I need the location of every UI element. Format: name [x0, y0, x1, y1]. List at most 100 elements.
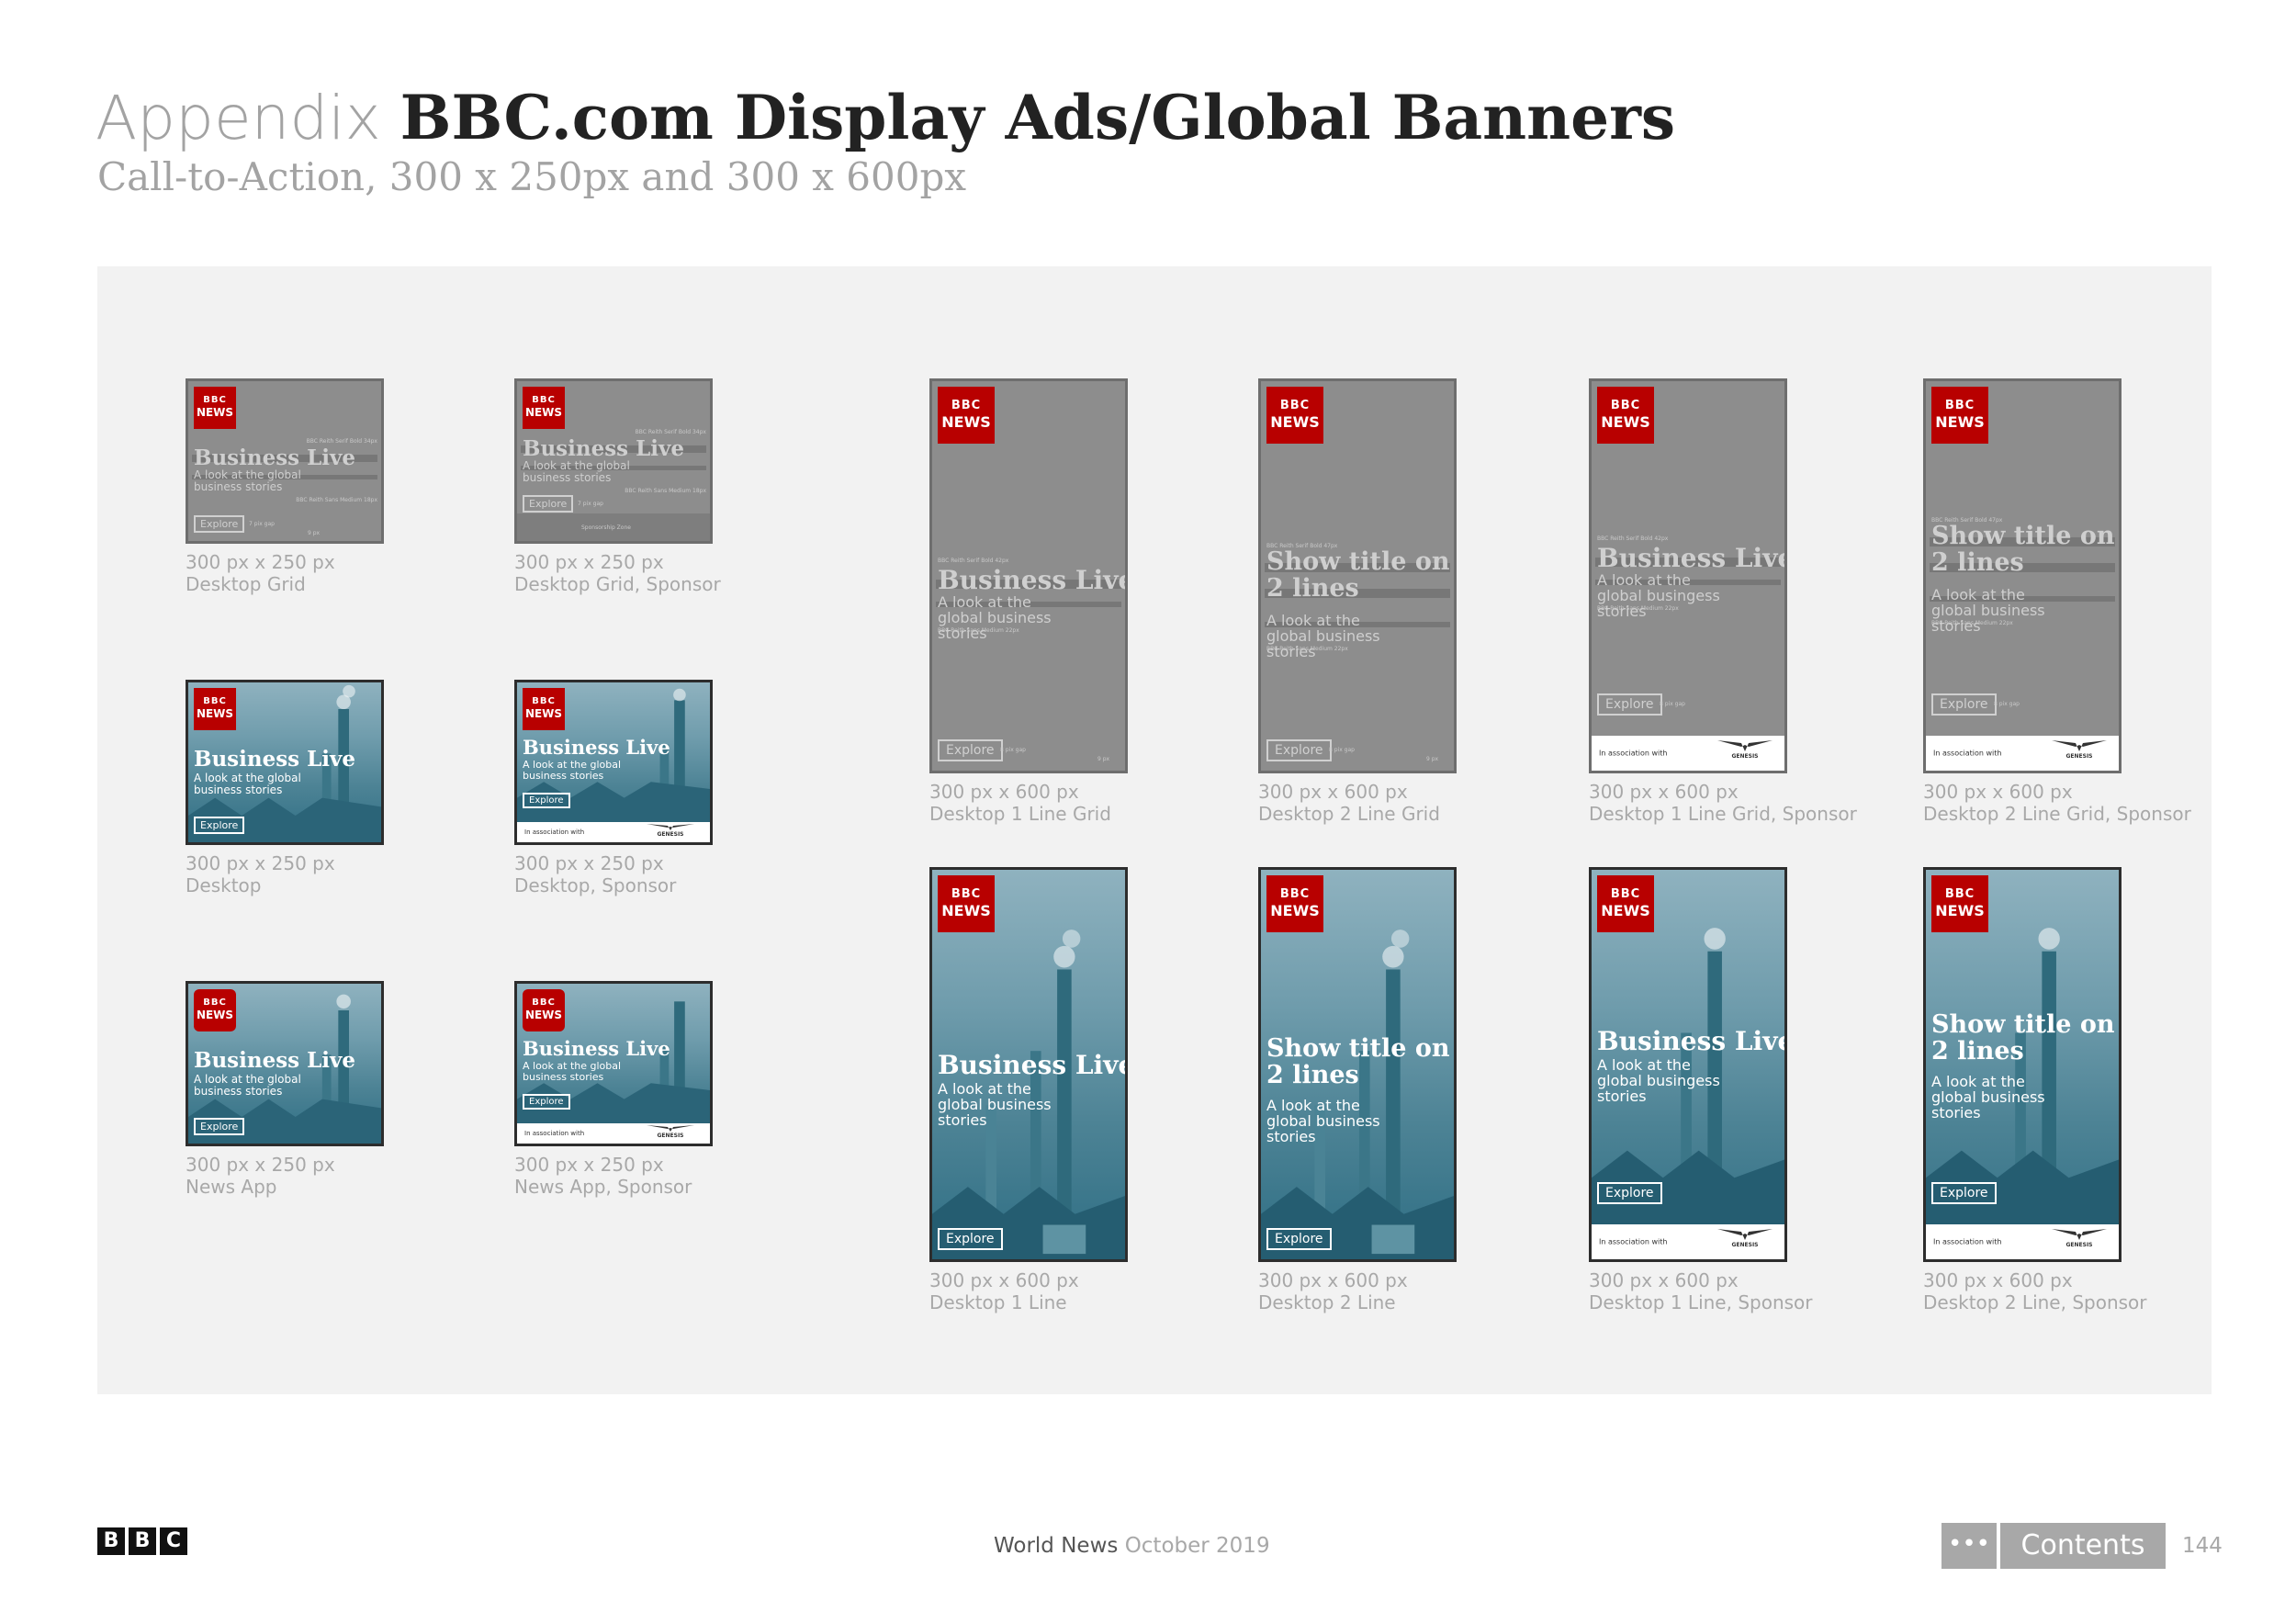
caption-size: 300 px x 600 px	[929, 781, 1079, 803]
bbc-logo-letter: C	[160, 1527, 187, 1555]
type-guide: BBC Reith Serif Bold 34px	[306, 438, 377, 445]
ad-desktop-2-line: BBC NEWS Show title on 2 lines A look at …	[1258, 867, 1457, 1262]
caption-label: Desktop 2 Line Grid	[1258, 803, 1440, 825]
genesis-wings-icon	[2052, 740, 2107, 751]
bbc-footer-logo: B B C	[97, 1527, 187, 1555]
caption-size: 300 px x 600 px	[1589, 781, 1739, 803]
explore-button[interactable]: Explore	[1597, 693, 1662, 716]
explore-button[interactable]: Explore	[938, 739, 1003, 761]
explore-button[interactable]: Explore	[523, 495, 574, 513]
page-number: 144	[2182, 1534, 2223, 1558]
explore-button[interactable]: Explore	[938, 1228, 1003, 1250]
ad-desktop-grid-sponsor: BBC NEWS BBC Reith Serif Bold 34px Busine…	[514, 378, 713, 544]
caption-size: 300 px x 600 px	[1589, 1269, 1739, 1291]
ad-subtext: A look at the global business stories	[194, 772, 301, 796]
more-menu-button[interactable]: •••	[1941, 1523, 1997, 1569]
page-subtitle: Call-to-Action, 300 x 250px and 300 x 60…	[97, 154, 967, 199]
ad-headline: Show title on 2 lines	[1931, 522, 2115, 577]
explore-button[interactable]: Explore	[523, 793, 570, 808]
ad-headline: Show title on 2 lines	[1931, 1010, 2115, 1065]
ad-headline: Business Live	[523, 436, 685, 461]
caption-size: 300 px x 250 px	[514, 852, 664, 874]
ad-desktop-sponsor: BBC NEWS Business Live A look at the glob…	[514, 680, 713, 845]
page-title: Appendix BBC.com Display Ads/Global Bann…	[96, 81, 1675, 155]
bbc-logo-letter: B	[97, 1527, 125, 1555]
banner-showcase-panel: BBC NEWS BBC Reith Serif Bold 34px Busine…	[97, 266, 2212, 1394]
gap-guide: 8 pix gap	[1994, 701, 2020, 707]
type-guide: BBC Reith Serif Bold 42px	[1597, 535, 1669, 542]
type-guide: BBC Reith Sans Medium 18px	[296, 497, 377, 503]
ad-subtext: A look at the global business stories	[938, 593, 1052, 642]
ad-desktop-2-line-grid: BBC NEWS BBC Reith Serif Bold 47px Show t…	[1258, 378, 1457, 773]
caption-label: Desktop 2 Line Grid, Sponsor	[1923, 803, 2191, 825]
explore-button[interactable]: Explore	[194, 1118, 245, 1135]
ad-desktop-grid: BBC NEWS BBC Reith Serif Bold 34px Busine…	[186, 378, 384, 544]
caption-size: 300 px x 250 px	[186, 1154, 335, 1176]
sponsor-strip: In association with GENESIS	[517, 822, 710, 842]
contents-button[interactable]: Contents	[2000, 1523, 2166, 1569]
caption-size: 300 px x 600 px	[1258, 1269, 1408, 1291]
gap-guide: 8 pix gap	[1329, 747, 1355, 753]
ad-subtext: A look at the global business stories	[1931, 1073, 2045, 1121]
ad-desktop-1-line-grid-sponsor: BBC NEWS BBC Reith Serif Bold 42px Busine…	[1589, 378, 1787, 773]
explore-button[interactable]: Explore	[1266, 739, 1332, 761]
bbc-news-logo: BBC NEWS	[1266, 875, 1323, 932]
type-guide: BBC Reith Sans Medium 22px	[938, 627, 1019, 634]
bbc-news-logo: BBC NEWS	[194, 387, 236, 429]
ad-headline: Business Live	[194, 747, 356, 772]
bbc-news-logo: BBC NEWS	[938, 387, 995, 444]
ad-news-app-sponsor: BBC NEWS Business Live A look at the glob…	[514, 981, 713, 1146]
type-guide: BBC Reith Sans Medium 22px	[1266, 646, 1348, 652]
caption-label: News App, Sponsor	[514, 1176, 692, 1198]
sponsor-strip: In association with GENESIS	[517, 1123, 710, 1144]
caption-size: 300 px x 600 px	[929, 1269, 1079, 1291]
ad-headline: Show title on 2 lines	[1266, 1034, 1450, 1089]
bbc-logo-letter: B	[129, 1527, 156, 1555]
gap-guide: 9 px	[1426, 756, 1439, 762]
bbc-news-logo: BBC NEWS	[523, 989, 565, 1031]
ad-desktop-2-line-sponsor: BBC NEWS Show title on 2 lines A look at …	[1923, 867, 2122, 1262]
bbc-news-logo: BBC NEWS	[523, 688, 565, 730]
explore-button[interactable]: Explore	[194, 817, 245, 834]
type-guide: BBC Reith Sans Medium 18px	[625, 488, 706, 494]
explore-button[interactable]: Explore	[1597, 1182, 1662, 1204]
bbc-news-logo: BBC NEWS	[938, 875, 995, 932]
sponsorship-zone-label: Sponsorship Zone	[581, 524, 631, 531]
explore-button[interactable]: Explore	[1931, 693, 1997, 716]
ad-headline: Business Live	[1597, 543, 1787, 573]
gap-guide: 7 pix gap	[578, 501, 603, 507]
caption-size: 300 px x 250 px	[186, 551, 335, 573]
gap-guide: 7 pix gap	[249, 521, 275, 527]
sponsor-strip: In association with GENESIS	[1926, 736, 2119, 771]
caption-label: Desktop 1 Line Grid	[929, 803, 1111, 825]
genesis-logo: GENESIS	[1715, 1227, 1775, 1248]
caption-label: Desktop Grid	[186, 573, 306, 595]
sponsor-label: In association with	[1933, 749, 2002, 758]
ad-subtext: A look at the global business stories	[523, 459, 630, 484]
caption-label: Desktop 2 Line, Sponsor	[1923, 1291, 2147, 1313]
explore-button[interactable]: Explore	[1266, 1228, 1332, 1250]
type-guide: BBC Reith Serif Bold 34px	[635, 429, 706, 435]
publication-name: World News	[994, 1534, 1119, 1558]
bbc-news-logo: BBC NEWS	[1931, 875, 1988, 932]
caption-size: 300 px x 250 px	[514, 551, 664, 573]
explore-button[interactable]: Explore	[194, 515, 245, 533]
genesis-logo: GENESIS	[640, 1124, 701, 1139]
ad-desktop-1-line: BBC NEWS Business Live A look at the glob…	[929, 867, 1128, 1262]
sponsorship-zone: Sponsorship Zone	[517, 513, 710, 541]
ad-desktop-2-line-grid-sponsor: BBC NEWS BBC Reith Serif Bold 47px Show t…	[1923, 378, 2122, 773]
ad-subtext: A look at the global business stories	[938, 1080, 1052, 1129]
sponsor-strip: In association with GENESIS	[1592, 736, 1784, 771]
caption-label: Desktop 1 Line	[929, 1291, 1067, 1313]
explore-button[interactable]: Explore	[1931, 1182, 1997, 1204]
explore-button[interactable]: Explore	[523, 1094, 570, 1110]
bbc-news-logo: BBC NEWS	[1597, 875, 1654, 932]
ad-subtext: A look at the global business stories	[1931, 586, 2045, 635]
ad-headline: Business Live	[938, 1050, 1128, 1080]
ad-headline: Business Live	[523, 1037, 670, 1060]
genesis-logo: GENESIS	[640, 823, 701, 838]
ad-subtext: A look at the global business stories	[1266, 1097, 1380, 1145]
ad-desktop-1-line-sponsor: BBC NEWS Business Live A look at the glob…	[1589, 867, 1787, 1262]
gap-guide: 9 px	[1097, 756, 1110, 762]
ad-subtext: A look at the global business stories	[194, 468, 301, 493]
